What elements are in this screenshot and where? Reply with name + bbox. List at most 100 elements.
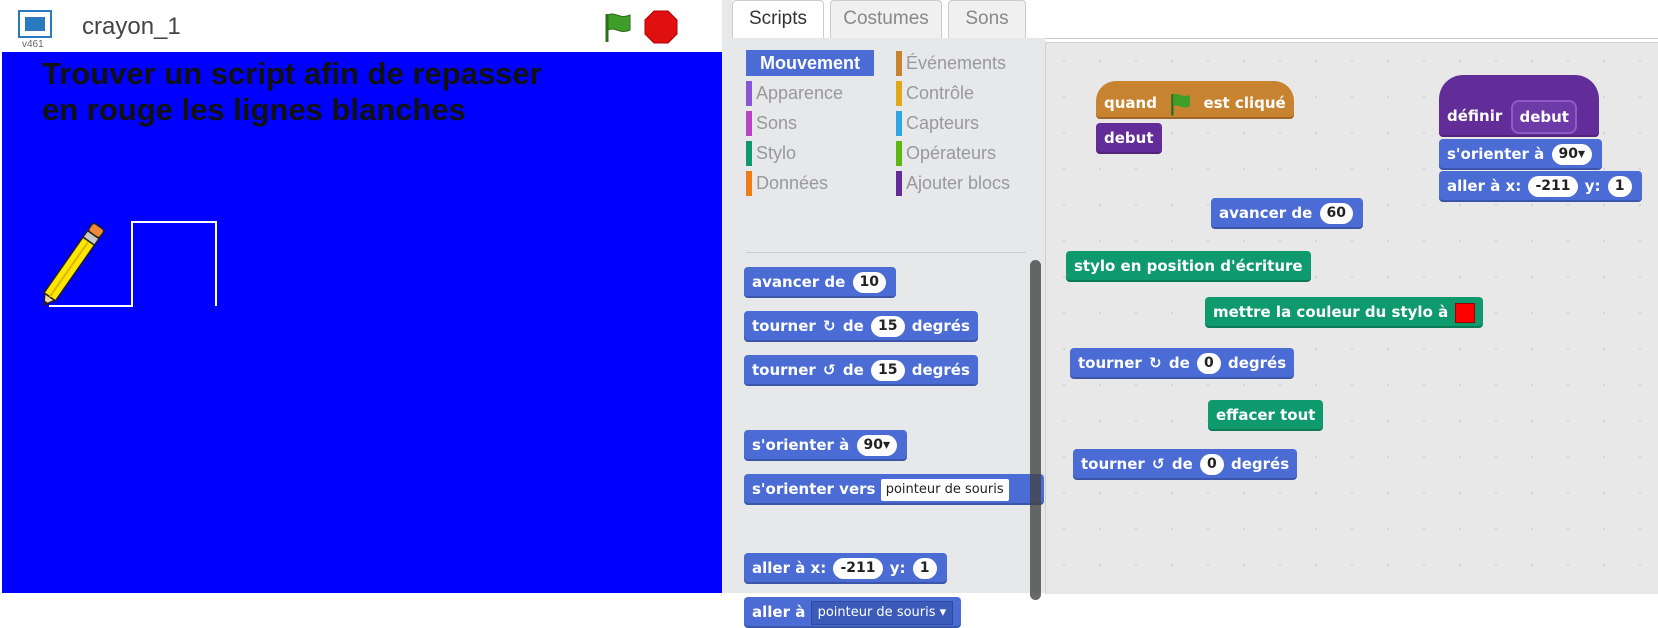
block-input-y[interactable]: 1 (1607, 176, 1632, 197)
block-input[interactable]: 15 (871, 360, 905, 381)
category-donnees[interactable]: Données (746, 170, 876, 196)
category-controle[interactable]: Contrôle (896, 80, 1036, 106)
script-block-pen-down[interactable]: stylo en position d'écriture (1066, 251, 1311, 282)
stage-drawing (42, 221, 217, 307)
define-name: debut (1511, 99, 1577, 134)
category-apparence[interactable]: Apparence (746, 80, 876, 106)
block-text: tourner (752, 361, 816, 379)
palette-block-goto[interactable]: aller à pointeur de souris ▾ (744, 597, 962, 628)
block-input[interactable]: 10 (852, 272, 887, 293)
script-block-turn-right[interactable]: tourner ↻ de 0 degrés (1070, 348, 1295, 379)
block-text: définir (1447, 107, 1503, 125)
palette-block-move[interactable]: avancer de 10 (744, 267, 897, 298)
block-input-x[interactable]: -211 (1528, 176, 1578, 197)
block-text: avancer de (752, 273, 846, 291)
category-sons[interactable]: Sons (746, 110, 876, 136)
block-text: est cliqué (1203, 94, 1286, 112)
block-text: effacer tout (1216, 406, 1316, 424)
block-input[interactable]: 0 (1197, 353, 1221, 374)
instruction-line-2: en rouge les lignes blanches (42, 92, 466, 127)
category-mouvement[interactable]: Mouvement (746, 50, 874, 76)
block-text: degrés (911, 317, 970, 335)
tab-costumes[interactable]: Costumes (830, 0, 942, 38)
palette-block-turn-left[interactable]: tourner ↺ de 15 degrés (744, 355, 978, 386)
block-text: y: (1584, 177, 1601, 195)
block-text: de (1171, 455, 1193, 473)
block-input[interactable]: 15 (871, 316, 905, 337)
stage-instruction: Trouver un script afin de repasser en ro… (42, 56, 662, 128)
stage[interactable]: Trouver un script afin de repasser en ro… (2, 52, 722, 593)
script-block-set-pen-color[interactable]: mettre la couleur du stylo à (1205, 297, 1484, 328)
block-text: tourner (1081, 455, 1145, 473)
block-text: stylo en position d'écriture (1074, 257, 1303, 275)
block-input-y[interactable]: 1 (912, 558, 937, 579)
fullscreen-icon[interactable] (18, 10, 52, 38)
tab-sons[interactable]: Sons (948, 0, 1026, 38)
script-block-point-direction[interactable]: s'orienter à 90▾ (1439, 139, 1603, 170)
block-text: tourner (1078, 354, 1142, 372)
block-palette: Mouvement Apparence Sons Stylo Données É… (732, 38, 1045, 628)
green-flag-icon (1171, 93, 1191, 115)
panel-divider (722, 0, 732, 593)
category-stylo[interactable]: Stylo (746, 140, 876, 166)
block-dropdown[interactable]: pointeur de souris ▾ (810, 600, 954, 625)
block-input[interactable]: 60 (1319, 203, 1354, 224)
script-block-turn-left[interactable]: tourner ↺ de 0 degrés (1073, 449, 1298, 480)
block-input-x[interactable]: -211 (833, 558, 883, 579)
block-text: degrés (1228, 354, 1287, 372)
palette-block-point-towards[interactable]: s'orienter vers pointeur de souris (744, 474, 1044, 505)
pencil-sprite (42, 222, 105, 307)
block-text: degrés (1231, 455, 1290, 473)
stage-header: v461 crayon_1 (0, 0, 690, 52)
block-text: s'orienter à (752, 436, 850, 454)
palette-block-point-direction[interactable]: s'orienter à 90▾ (744, 430, 908, 461)
block-input[interactable]: 90▾ (1551, 144, 1593, 165)
script-block-debut-call[interactable]: debut (1096, 123, 1162, 154)
block-text: s'orienter à (1447, 145, 1545, 163)
block-text: y: (889, 559, 906, 577)
block-dropdown[interactable]: pointeur de souris (880, 478, 1009, 501)
rotate-right-icon: ↻ (823, 317, 836, 335)
green-flag-icon[interactable] (600, 10, 634, 44)
block-text: aller à x: (1447, 177, 1522, 195)
block-text: mettre la couleur du stylo à (1213, 303, 1449, 321)
category-capteurs[interactable]: Capteurs (896, 110, 1036, 136)
rotate-left-icon: ↺ (1152, 455, 1165, 473)
stop-icon[interactable] (644, 10, 678, 44)
block-text: de (842, 317, 864, 335)
tab-scripts[interactable]: Scripts (732, 0, 824, 40)
rotate-left-icon: ↺ (823, 361, 836, 379)
version-label: v461 (22, 39, 44, 50)
script-area[interactable]: quand est cliqué debut définir debut s'o… (1045, 42, 1658, 594)
dropdown-value: pointeur de souris (817, 604, 936, 620)
category-evenements[interactable]: Événements (896, 50, 1036, 76)
palette-block-turn-right[interactable]: tourner ↻ de 15 degrés (744, 311, 978, 342)
editor-tabs: Scripts Costumes Sons (732, 0, 1658, 40)
category-ajouter-blocs[interactable]: Ajouter blocs (896, 170, 1036, 196)
project-title: crayon_1 (82, 13, 181, 40)
script-block-clear[interactable]: effacer tout (1208, 400, 1324, 431)
block-text: s'orienter vers (752, 480, 876, 498)
block-text: degrés (911, 361, 970, 379)
block-text: de (842, 361, 864, 379)
block-text: debut (1104, 129, 1154, 147)
block-text: tourner (752, 317, 816, 335)
block-input[interactable]: 0 (1200, 454, 1224, 475)
palette-block-goto-xy[interactable]: aller à x: -211 y: 1 (744, 553, 947, 584)
block-text: de (1168, 354, 1190, 372)
block-text: aller à (752, 603, 806, 621)
script-block-goto-xy[interactable]: aller à x: -211 y: 1 (1439, 171, 1642, 202)
block-text: avancer de (1219, 204, 1313, 222)
palette-scrollbar[interactable] (1030, 260, 1041, 600)
script-block-when-flag-clicked[interactable]: quand est cliqué (1096, 81, 1294, 119)
script-block-move[interactable]: avancer de 60 (1211, 198, 1364, 229)
block-text: quand (1104, 94, 1157, 112)
palette-separator (746, 252, 1026, 253)
block-input[interactable]: 90▾ (856, 435, 898, 456)
pen-color-swatch[interactable] (1455, 302, 1476, 323)
instruction-line-1: Trouver un script afin de repasser (42, 56, 542, 91)
rotate-right-icon: ↻ (1149, 354, 1162, 372)
block-text: aller à x: (752, 559, 827, 577)
category-operateurs[interactable]: Opérateurs (896, 140, 1036, 166)
script-block-define[interactable]: définir debut (1439, 75, 1599, 137)
